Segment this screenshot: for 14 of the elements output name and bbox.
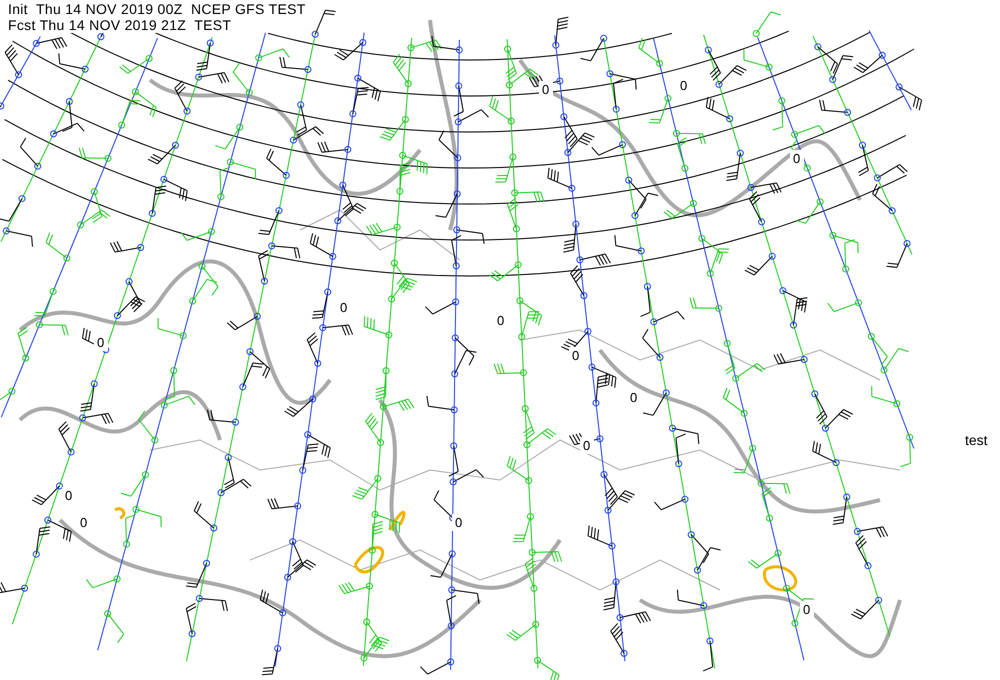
- contour-label: 0: [65, 488, 72, 503]
- contour-label: 0: [630, 390, 638, 405]
- contour-label: 0: [80, 515, 88, 530]
- contour-label: 0: [455, 515, 462, 530]
- contour-label: 0: [803, 602, 810, 617]
- contour-label: 0: [583, 438, 590, 453]
- contour-label: 0: [542, 82, 550, 97]
- contour-label: 0: [497, 313, 504, 328]
- contour-label: 0: [680, 78, 688, 93]
- contour-label: 0: [340, 300, 348, 315]
- contour-label: 0: [97, 335, 104, 350]
- contour-label: 0: [572, 348, 580, 363]
- contour-label: 0: [793, 151, 800, 166]
- side-label: test: [965, 432, 988, 448]
